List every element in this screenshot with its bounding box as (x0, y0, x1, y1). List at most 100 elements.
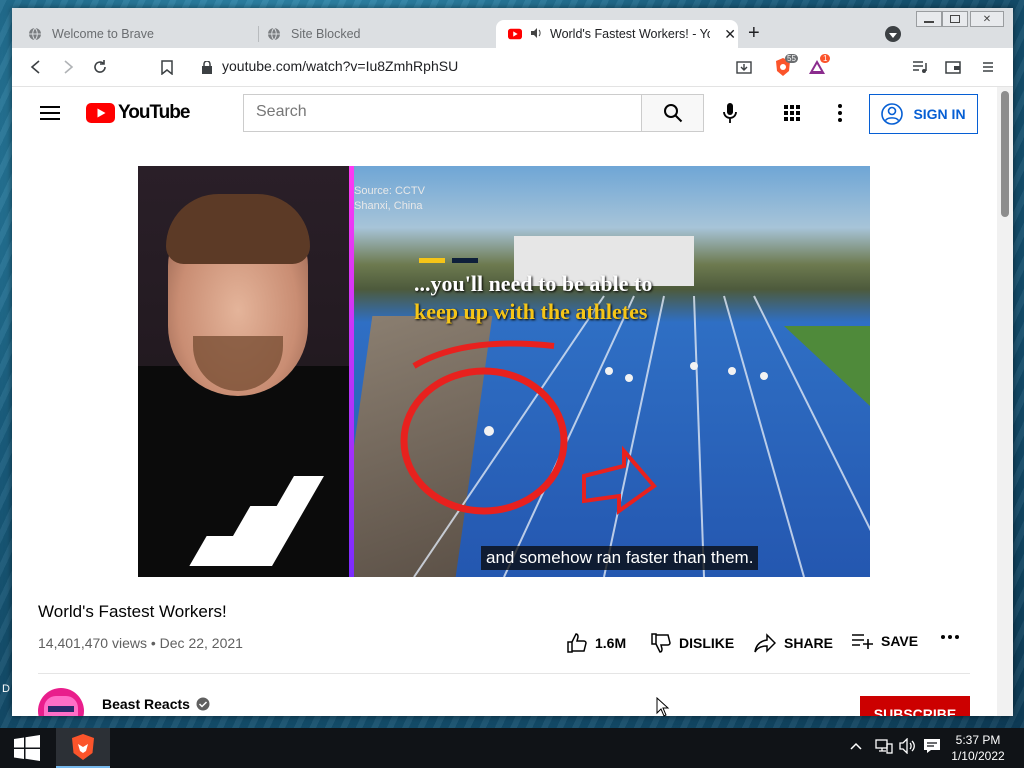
forward-button[interactable] (58, 57, 78, 77)
upload-date: Dec 22, 2021 (159, 635, 243, 651)
brave-shields-button[interactable]: 55 (773, 54, 798, 77)
reload-button[interactable] (90, 57, 110, 77)
lock-icon[interactable] (197, 57, 217, 77)
video-track-scene: Source: CCTV Shanxi, China ...you'll nee… (354, 166, 870, 577)
back-button[interactable] (26, 57, 46, 77)
sign-in-button[interactable]: SIGN IN (869, 94, 978, 134)
menu-icon[interactable] (978, 57, 998, 77)
show-hidden-icons-button[interactable] (850, 738, 862, 753)
video-caption: and somehow ran faster than them. (481, 546, 759, 570)
close-window-button[interactable]: ✕ (970, 11, 1004, 27)
network-icon[interactable] (875, 738, 893, 757)
voice-search-button[interactable] (723, 102, 737, 129)
tab-site-blocked[interactable]: Site Blocked (255, 20, 491, 48)
channel-avatar[interactable] (38, 688, 84, 716)
video-overlay-text-2: keep up with the athletes (414, 299, 648, 324)
taskbar-brave-button[interactable] (56, 728, 110, 768)
tab-label: Site Blocked (291, 27, 361, 41)
bookmark-button[interactable] (157, 57, 177, 77)
video-presenter-panel (138, 166, 349, 577)
minimize-icon (924, 21, 934, 23)
new-tab-button[interactable]: + (748, 23, 760, 43)
tab-youtube-video[interactable]: World's Fastest Workers! - You ✕ (496, 20, 738, 48)
brave-lion-icon (72, 734, 94, 760)
wallet-icon[interactable] (943, 57, 963, 77)
browser-window: Welcome to Brave Site Blocked World's Fa… (12, 8, 1013, 716)
share-label: SHARE (784, 635, 834, 651)
chevron-down-icon (889, 32, 897, 38)
video-player[interactable]: Source: CCTV Shanxi, China ...you'll nee… (138, 166, 870, 577)
globe-icon (28, 27, 42, 41)
clock-date: 1/10/2022 (951, 749, 1005, 763)
view-count: 14,401,470 views (38, 635, 147, 651)
system-clock[interactable]: 5:37 PM 1/10/2022 (944, 732, 1012, 764)
share-icon (754, 633, 776, 653)
youtube-header: YouTube Search SIGN IN (12, 87, 997, 143)
sign-in-label: SIGN IN (913, 106, 966, 122)
hamburger-menu-icon[interactable] (40, 105, 60, 126)
share-button[interactable]: SHARE (754, 633, 833, 653)
scrollbar-thumb[interactable] (1001, 91, 1009, 217)
thumbs-down-icon (651, 633, 671, 653)
restore-button[interactable] (942, 11, 968, 27)
video-overlay-text-1: ...you'll need to be able to (414, 271, 653, 296)
video-title: World's Fastest Workers! (38, 602, 227, 621)
desktop-label: D (2, 683, 10, 695)
close-tab-icon[interactable]: ✕ (724, 26, 736, 43)
tab-welcome-to-brave[interactable]: Welcome to Brave (16, 20, 252, 48)
restore-icon (950, 15, 960, 23)
browser-toolbar: youtube.com/watch?v=Iu8ZmhRphSU 55 1 (12, 48, 1013, 87)
page-scrollbar[interactable] (997, 87, 1013, 716)
save-button[interactable]: SAVE (851, 633, 918, 649)
search-button[interactable] (641, 94, 704, 132)
search-input[interactable]: Search (243, 94, 641, 132)
tab-label: World's Fastest Workers! - You (550, 27, 710, 41)
start-button[interactable] (0, 728, 54, 768)
more-actions-button[interactable] (941, 635, 959, 639)
more-horizontal-icon (941, 635, 959, 639)
meta-separator: • (150, 635, 156, 651)
apps-grid-button[interactable] (784, 105, 800, 126)
video-meta: 14,401,470 views • Dec 22, 2021 (38, 635, 243, 651)
media-queue-icon[interactable] (910, 57, 930, 77)
more-vertical-icon (838, 104, 842, 122)
dislike-label: DISLIKE (679, 635, 735, 651)
volume-icon[interactable] (899, 737, 917, 757)
section-divider (38, 673, 970, 674)
like-button[interactable]: 1.6M (567, 633, 626, 653)
thumbs-up-icon (567, 633, 587, 653)
subscribe-button[interactable]: SUBSCRIBE (860, 696, 970, 716)
youtube-icon (508, 27, 522, 41)
channel-name-text: Beast Reacts (102, 696, 190, 712)
rewards-count-badge: 1 (820, 54, 831, 63)
audio-playing-icon[interactable] (530, 27, 542, 42)
settings-more-button[interactable] (838, 104, 842, 127)
search-icon (663, 104, 682, 123)
tab-search-button[interactable] (885, 26, 901, 42)
address-bar[interactable]: youtube.com/watch?v=Iu8ZmhRphSU (222, 58, 458, 74)
source-line-1: Source: CCTV (354, 185, 425, 197)
youtube-logo-text: YouTube (118, 102, 190, 123)
clock-time: 5:37 PM (955, 733, 1001, 747)
microphone-icon (723, 103, 737, 123)
tab-strip: Welcome to Brave Site Blocked World's Fa… (12, 8, 1013, 48)
download-icon[interactable] (734, 57, 754, 77)
shields-count-badge: 55 (785, 54, 798, 63)
watch-page: Source: CCTV Shanxi, China ...you'll nee… (12, 143, 997, 716)
brave-rewards-button[interactable]: 1 (807, 54, 831, 77)
verified-badge-icon (196, 697, 210, 711)
chevron-up-icon (850, 742, 862, 750)
apps-grid-icon (784, 105, 800, 121)
minimize-button[interactable] (916, 11, 942, 27)
dislike-button[interactable]: DISLIKE (651, 633, 734, 653)
save-label: SAVE (881, 633, 919, 649)
action-center-icon[interactable] (923, 738, 941, 757)
channel-name[interactable]: Beast Reacts (102, 696, 210, 712)
video-source-label: Source: CCTV Shanxi, China (354, 184, 425, 214)
adidas-stripes (189, 466, 328, 566)
youtube-logo[interactable]: YouTube (86, 102, 190, 124)
windows-taskbar: 5:37 PM 1/10/2022 (0, 728, 1024, 768)
youtube-logo-icon (86, 103, 115, 123)
tab-label: Welcome to Brave (52, 27, 154, 41)
like-count: 1.6M (595, 635, 627, 651)
